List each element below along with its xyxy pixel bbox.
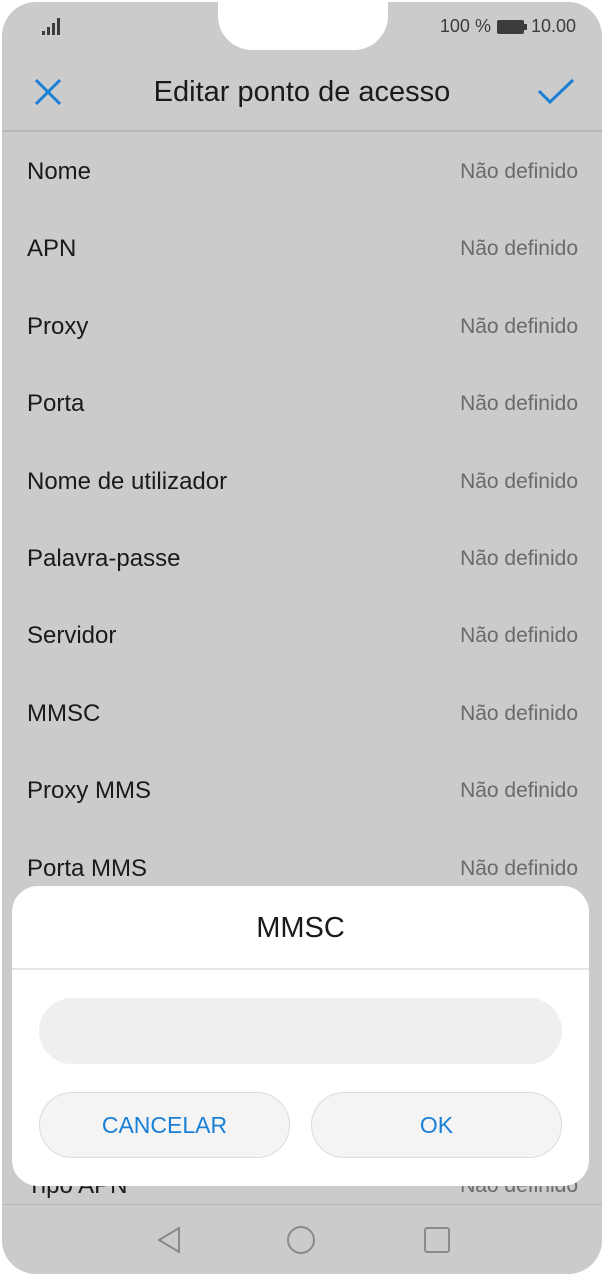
home-button[interactable] <box>286 1225 316 1255</box>
mmsc-input[interactable] <box>39 998 562 1064</box>
list-item-porta[interactable]: Porta Não definido <box>2 364 602 441</box>
page-title: Editar ponto de acesso <box>153 76 451 108</box>
list-item-password[interactable]: Palavra-passe Não definido <box>2 519 602 596</box>
list-item-username[interactable]: Nome de utilizador Não definido <box>2 442 602 519</box>
phone-frame: 100 % 10.00 Editar ponto de acesso Nome … <box>0 0 604 1276</box>
list-item-proxy-mms[interactable]: Proxy MMS Não definido <box>2 751 602 828</box>
app-header: Editar ponto de acesso <box>2 54 602 132</box>
recents-square-icon <box>424 1227 450 1253</box>
navigation-bar <box>2 1204 602 1274</box>
item-value: Não definido <box>460 237 578 261</box>
item-value: Não definido <box>460 624 578 648</box>
item-label: Proxy MMS <box>27 777 152 805</box>
item-label: Nome <box>27 158 92 185</box>
item-label: Porta MMS <box>27 854 148 882</box>
status-right: 100 % 10.00 <box>440 16 576 37</box>
back-button[interactable] <box>154 1225 184 1255</box>
back-triangle-icon <box>157 1226 180 1254</box>
list-item-servidor[interactable]: Servidor Não definido <box>2 596 602 673</box>
battery-icon <box>496 19 527 34</box>
item-value: Não definido <box>460 546 578 570</box>
item-label: Palavra-passe <box>27 544 181 572</box>
list-item-proxy[interactable]: Proxy Não definido <box>2 287 602 364</box>
item-label: Proxy <box>27 312 89 340</box>
recents-button[interactable] <box>422 1225 452 1255</box>
list-item-apn[interactable]: APN Não definido <box>2 209 602 286</box>
save-button[interactable] <box>536 74 576 110</box>
item-value: Não definido <box>460 314 578 338</box>
item-value: Não definido <box>460 160 578 183</box>
list-item-nome[interactable]: Nome Não definido <box>2 132 602 209</box>
clock: 10.00 <box>530 16 576 36</box>
ok-button[interactable]: OK <box>311 1092 562 1158</box>
check-icon <box>537 78 575 105</box>
item-value: Não definido <box>460 469 578 493</box>
item-label: MMSC <box>27 699 101 727</box>
dialog-title: MMSC <box>256 912 345 944</box>
home-circle-icon <box>287 1226 315 1254</box>
item-label: Servidor <box>27 622 117 650</box>
item-label: APN <box>27 235 77 263</box>
dialog-divider <box>12 968 589 970</box>
cancel-button[interactable]: CANCELAR <box>39 1092 290 1158</box>
list-item-mmsc[interactable]: MMSC Não definido <box>2 674 602 751</box>
item-value: Não definido <box>460 701 578 725</box>
status-bar: 100 % 10.00 <box>2 2 602 54</box>
mmsc-dialog: MMSC CANCELAR OK <box>12 886 589 1186</box>
battery-percent: 100 % <box>439 16 491 36</box>
signal-icon <box>42 18 60 35</box>
item-value: Não definido <box>460 392 578 416</box>
item-value: Não definido <box>460 856 578 880</box>
item-value: Não definido <box>460 779 578 803</box>
settings-list: Nome Não definido APN Não definido Proxy… <box>2 132 602 906</box>
item-label: Nome de utilizador <box>27 467 228 495</box>
item-label: Porta <box>27 390 85 418</box>
